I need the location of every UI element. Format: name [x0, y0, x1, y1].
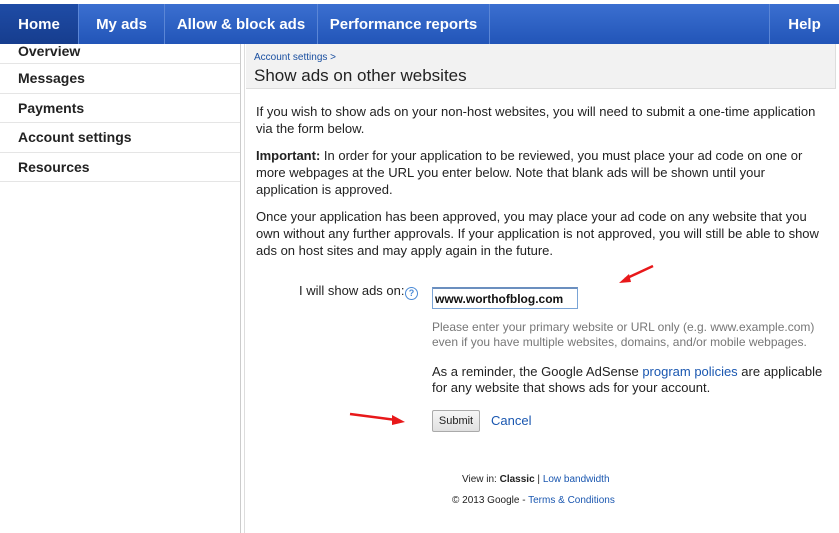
show-ads-label: I will show ads on:: [299, 283, 405, 298]
sidebar-divider: [244, 44, 245, 533]
sidebar-item-overview[interactable]: Overview: [0, 44, 240, 64]
copyright-text: © 2013 Google -: [452, 495, 529, 506]
reminder-pre: As a reminder, the Google AdSense: [432, 364, 643, 379]
footer-copyright: © 2013 Google - Terms & Conditions: [452, 495, 615, 506]
tab-my-ads-label: My ads: [96, 15, 147, 33]
content-body: If you wish to show ads on your non-host…: [246, 89, 839, 259]
sidebar-item-account-settings[interactable]: Account settings: [0, 123, 240, 153]
sidebar-item-payments[interactable]: Payments: [0, 94, 240, 123]
low-bandwidth-link[interactable]: Low bandwidth: [543, 474, 610, 485]
policy-reminder: As a reminder, the Google AdSense progra…: [432, 364, 832, 396]
view-classic: Classic: [499, 474, 535, 485]
terms-link[interactable]: Terms & Conditions: [528, 495, 615, 506]
tab-performance-reports-label: Performance reports: [329, 15, 478, 33]
page-header: Account settings > Show ads on other web…: [246, 44, 836, 89]
page-title: Show ads on other websites: [254, 66, 467, 85]
website-url-input[interactable]: [432, 287, 578, 309]
main-content: Account settings > Show ads on other web…: [246, 44, 839, 506]
submit-button[interactable]: Submit: [432, 410, 480, 432]
red-arrow-icon: [619, 264, 654, 283]
top-nav: Home My ads Allow & block ads Performanc…: [0, 4, 839, 44]
view-mode: View in: Classic | Low bandwidth: [462, 474, 610, 485]
help-link[interactable]: Help: [769, 4, 839, 44]
approval-paragraph: Once your application has been approved,…: [256, 209, 819, 258]
cancel-link[interactable]: Cancel: [491, 413, 531, 428]
important-paragraph: Important: In order for your application…: [256, 147, 829, 198]
important-text: In order for your application to be revi…: [256, 148, 803, 197]
view-sep: |: [534, 474, 543, 485]
tab-performance-reports[interactable]: Performance reports: [318, 4, 490, 44]
red-arrow-icon: [349, 412, 405, 425]
breadcrumb-account-settings[interactable]: Account settings: [254, 52, 327, 63]
tab-allow-block-ads-label: Allow & block ads: [176, 15, 306, 33]
tab-home-label: Home: [18, 15, 60, 33]
tab-allow-block-ads[interactable]: Allow & block ads: [165, 4, 318, 44]
help-label: Help: [788, 15, 821, 33]
important-label: Important:: [256, 148, 321, 163]
breadcrumb: Account settings >: [254, 52, 835, 63]
sidebar-item-resources[interactable]: Resources: [0, 153, 240, 182]
sidebar-item-messages[interactable]: Messages: [0, 64, 240, 94]
intro-paragraph: If you wish to show ads on your non-host…: [256, 104, 816, 136]
view-in-label: View in:: [462, 474, 500, 485]
tab-home[interactable]: Home: [0, 4, 79, 44]
help-icon[interactable]: ?: [405, 287, 418, 300]
url-hint: Please enter your primary website or URL…: [432, 320, 815, 349]
sidebar: Overview Messages Payments Account setti…: [0, 44, 241, 533]
program-policies-link[interactable]: program policies: [642, 364, 737, 379]
breadcrumb-separator: >: [327, 52, 336, 63]
tab-my-ads[interactable]: My ads: [79, 4, 165, 44]
